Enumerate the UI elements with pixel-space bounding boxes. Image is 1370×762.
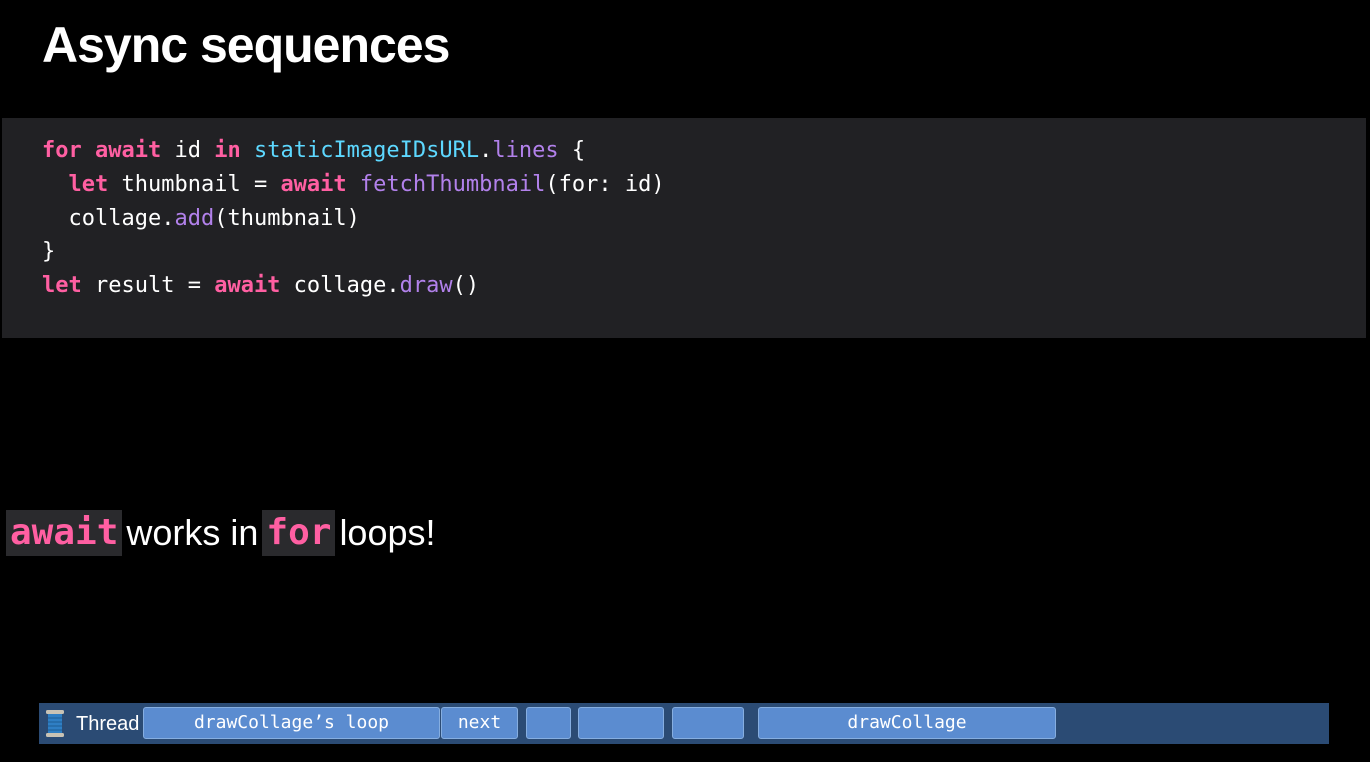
code-text: id xyxy=(161,138,215,163)
caption-text-works-in: works in xyxy=(126,512,259,553)
code-text: (for: id) xyxy=(545,172,665,197)
code-line-4: } xyxy=(42,237,55,267)
caption-keyword-await: await xyxy=(6,510,123,556)
keyword-let: let xyxy=(42,273,82,298)
keyword-let: let xyxy=(68,172,109,197)
thread-label: Thread xyxy=(76,713,140,735)
code-text: (thumbnail) xyxy=(214,206,360,231)
timeline-segment[interactable] xyxy=(578,707,664,739)
code-text: { xyxy=(558,138,586,163)
code-text: thumbnail = xyxy=(108,172,281,197)
code-line-2: let thumbnail = await fetchThumbnail(for… xyxy=(42,170,665,200)
code-text: result = xyxy=(81,273,215,298)
code-line-1: for await id in staticImageIDsURL.lines … xyxy=(42,136,585,166)
timeline-segment[interactable] xyxy=(526,707,571,739)
code-text: () xyxy=(452,273,480,298)
code-text: } xyxy=(42,239,56,264)
timeline-segment-drawcollage[interactable]: drawCollage xyxy=(758,707,1056,739)
keyword-await: await xyxy=(280,172,347,197)
code-line-5: let result = await collage.draw() xyxy=(42,271,479,301)
timeline-segment[interactable] xyxy=(672,707,744,739)
code-panel: for await id in staticImageIDsURL.lines … xyxy=(2,118,1366,338)
function-draw: draw xyxy=(399,273,453,298)
type-static-image-ids-url: staticImageIDsURL xyxy=(253,138,480,163)
code-line-3: collage.add(thumbnail) xyxy=(42,204,360,234)
thread-timeline: Thread drawCollage’s loop next drawColla… xyxy=(39,703,1329,744)
slide-title: Async sequences xyxy=(42,17,450,73)
caption: await works in for loops! xyxy=(6,510,440,556)
function-fetch-thumbnail: fetchThumbnail xyxy=(359,172,546,197)
member-lines: lines xyxy=(492,138,559,163)
keyword-await: await xyxy=(95,138,162,163)
keyword-await: await xyxy=(214,273,281,298)
timeline-segment-drawcollage-loop[interactable]: drawCollage’s loop xyxy=(143,707,440,739)
code-text: collage. xyxy=(68,206,175,231)
caption-text-loops: loops! xyxy=(339,512,436,553)
function-add: add xyxy=(174,206,215,231)
keyword-for: for xyxy=(42,138,82,163)
caption-keyword-for: for xyxy=(262,510,336,556)
code-text: collage. xyxy=(280,273,400,298)
spool-of-thread-icon xyxy=(46,710,64,737)
timeline-segment-next[interactable]: next xyxy=(441,707,518,739)
keyword-in: in xyxy=(214,138,241,163)
code-text: . xyxy=(479,138,493,163)
